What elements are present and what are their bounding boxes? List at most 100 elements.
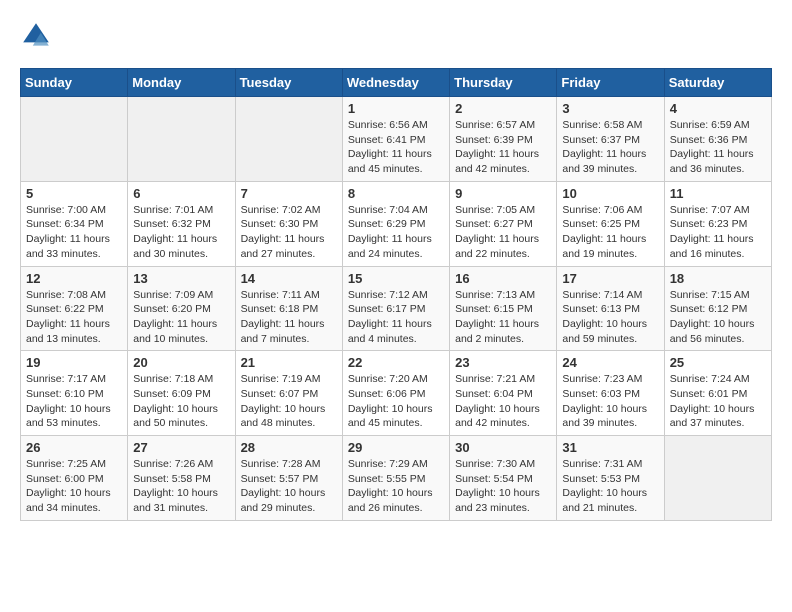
day-number: 20 — [133, 355, 229, 370]
day-info: Sunrise: 7:01 AMSunset: 6:32 PMDaylight:… — [133, 203, 229, 262]
calendar-cell: 4 Sunrise: 6:59 AMSunset: 6:36 PMDaylight… — [664, 97, 771, 182]
calendar-week-row: 26 Sunrise: 7:25 AMSunset: 6:00 PMDayligh… — [21, 436, 772, 521]
calendar-cell: 9Sunrise: 7:05 AMSunset: 6:27 PMDaylight… — [450, 181, 557, 266]
day-info: Sunrise: 7:20 AMSunset: 6:06 PMDaylight:… — [348, 372, 444, 431]
day-info: Sunrise: 7:13 AMSunset: 6:15 PMDaylight:… — [455, 288, 551, 347]
calendar-cell — [664, 436, 771, 521]
calendar-table: SundayMondayTuesdayWednesdayThursdayFrid… — [20, 68, 772, 521]
calendar-cell: 1 Sunrise: 6:56 AMSunset: 6:41 PMDaylight… — [342, 97, 449, 182]
day-number: 17 — [562, 271, 658, 286]
calendar-cell: 22 Sunrise: 7:20 AMSunset: 6:06 PMDayligh… — [342, 351, 449, 436]
calendar-cell: 17 Sunrise: 7:14 AMSunset: 6:13 PMDayligh… — [557, 266, 664, 351]
calendar-cell: 28 Sunrise: 7:28 AMSunset: 5:57 PMDayligh… — [235, 436, 342, 521]
calendar-cell: 3Sunrise: 6:58 AMSunset: 6:37 PMDaylight… — [557, 97, 664, 182]
day-number: 28 — [241, 440, 337, 455]
calendar-week-row: 1 Sunrise: 6:56 AMSunset: 6:41 PMDaylight… — [21, 97, 772, 182]
day-number: 22 — [348, 355, 444, 370]
day-info: Sunrise: 7:11 AMSunset: 6:18 PMDaylight:… — [241, 288, 337, 347]
day-number: 2 — [455, 101, 551, 116]
calendar-cell: 24Sunrise: 7:23 AMSunset: 6:03 PMDayligh… — [557, 351, 664, 436]
calendar-cell: 16 Sunrise: 7:13 AMSunset: 6:15 PMDayligh… — [450, 266, 557, 351]
calendar-cell: 20 Sunrise: 7:18 AMSunset: 6:09 PMDayligh… — [128, 351, 235, 436]
day-info: Sunrise: 7:07 AMSunset: 6:23 PMDaylight:… — [670, 203, 766, 262]
day-number: 8 — [348, 186, 444, 201]
day-number: 30 — [455, 440, 551, 455]
day-number: 12 — [26, 271, 122, 286]
calendar-cell: 15 Sunrise: 7:12 AMSunset: 6:17 PMDayligh… — [342, 266, 449, 351]
page-header — [20, 20, 772, 52]
calendar-week-row: 19 Sunrise: 7:17 AMSunset: 6:10 PMDayligh… — [21, 351, 772, 436]
day-number: 15 — [348, 271, 444, 286]
day-number: 19 — [26, 355, 122, 370]
calendar-cell: 19 Sunrise: 7:17 AMSunset: 6:10 PMDayligh… — [21, 351, 128, 436]
day-number: 24 — [562, 355, 658, 370]
day-info: Sunrise: 7:24 AMSunset: 6:01 PMDaylight:… — [670, 372, 766, 431]
day-info: Sunrise: 7:19 AMSunset: 6:07 PMDaylight:… — [241, 372, 337, 431]
day-info: Sunrise: 7:14 AMSunset: 6:13 PMDaylight:… — [562, 288, 658, 347]
calendar-cell: 25 Sunrise: 7:24 AMSunset: 6:01 PMDayligh… — [664, 351, 771, 436]
calendar-cell: 27 Sunrise: 7:26 AMSunset: 5:58 PMDayligh… — [128, 436, 235, 521]
calendar-week-row: 5 Sunrise: 7:00 AMSunset: 6:34 PMDaylight… — [21, 181, 772, 266]
calendar-cell: 29 Sunrise: 7:29 AMSunset: 5:55 PMDayligh… — [342, 436, 449, 521]
day-number: 23 — [455, 355, 551, 370]
day-info: Sunrise: 7:25 AMSunset: 6:00 PMDaylight:… — [26, 457, 122, 516]
day-info: Sunrise: 7:06 AMSunset: 6:25 PMDaylight:… — [562, 203, 658, 262]
day-number: 10 — [562, 186, 658, 201]
calendar-cell: 13Sunrise: 7:09 AMSunset: 6:20 PMDayligh… — [128, 266, 235, 351]
calendar-cell: 10 Sunrise: 7:06 AMSunset: 6:25 PMDayligh… — [557, 181, 664, 266]
day-info: Sunrise: 7:26 AMSunset: 5:58 PMDaylight:… — [133, 457, 229, 516]
day-number: 26 — [26, 440, 122, 455]
day-info: Sunrise: 6:58 AMSunset: 6:37 PMDaylight:… — [562, 118, 658, 177]
day-info: Sunrise: 7:08 AMSunset: 6:22 PMDaylight:… — [26, 288, 122, 347]
day-info: Sunrise: 7:12 AMSunset: 6:17 PMDaylight:… — [348, 288, 444, 347]
day-header-monday: Monday — [128, 69, 235, 97]
calendar-cell — [235, 97, 342, 182]
day-number: 5 — [26, 186, 122, 201]
calendar-cell: 5 Sunrise: 7:00 AMSunset: 6:34 PMDaylight… — [21, 181, 128, 266]
day-number: 29 — [348, 440, 444, 455]
day-number: 4 — [670, 101, 766, 116]
calendar-cell: 7Sunrise: 7:02 AMSunset: 6:30 PMDaylight… — [235, 181, 342, 266]
day-info: Sunrise: 7:29 AMSunset: 5:55 PMDaylight:… — [348, 457, 444, 516]
calendar-cell: 6 Sunrise: 7:01 AMSunset: 6:32 PMDaylight… — [128, 181, 235, 266]
calendar-cell: 11Sunrise: 7:07 AMSunset: 6:23 PMDayligh… — [664, 181, 771, 266]
day-info: Sunrise: 7:00 AMSunset: 6:34 PMDaylight:… — [26, 203, 122, 262]
day-info: Sunrise: 7:21 AMSunset: 6:04 PMDaylight:… — [455, 372, 551, 431]
calendar-cell: 26 Sunrise: 7:25 AMSunset: 6:00 PMDayligh… — [21, 436, 128, 521]
day-number: 16 — [455, 271, 551, 286]
day-info: Sunrise: 7:09 AMSunset: 6:20 PMDaylight:… — [133, 288, 229, 347]
day-info: Sunrise: 6:57 AMSunset: 6:39 PMDaylight:… — [455, 118, 551, 177]
calendar-cell: 8 Sunrise: 7:04 AMSunset: 6:29 PMDaylight… — [342, 181, 449, 266]
day-number: 18 — [670, 271, 766, 286]
calendar-week-row: 12 Sunrise: 7:08 AMSunset: 6:22 PMDayligh… — [21, 266, 772, 351]
day-number: 6 — [133, 186, 229, 201]
day-info: Sunrise: 7:04 AMSunset: 6:29 PMDaylight:… — [348, 203, 444, 262]
day-info: Sunrise: 7:30 AMSunset: 5:54 PMDaylight:… — [455, 457, 551, 516]
day-number: 21 — [241, 355, 337, 370]
day-info: Sunrise: 7:02 AMSunset: 6:30 PMDaylight:… — [241, 203, 337, 262]
calendar-cell: 2 Sunrise: 6:57 AMSunset: 6:39 PMDaylight… — [450, 97, 557, 182]
calendar-header-row: SundayMondayTuesdayWednesdayThursdayFrid… — [21, 69, 772, 97]
day-info: Sunrise: 7:31 AMSunset: 5:53 PMDaylight:… — [562, 457, 658, 516]
day-header-tuesday: Tuesday — [235, 69, 342, 97]
day-number: 27 — [133, 440, 229, 455]
day-header-friday: Friday — [557, 69, 664, 97]
calendar-cell: 12 Sunrise: 7:08 AMSunset: 6:22 PMDayligh… — [21, 266, 128, 351]
day-number: 14 — [241, 271, 337, 286]
day-info: Sunrise: 7:18 AMSunset: 6:09 PMDaylight:… — [133, 372, 229, 431]
day-info: Sunrise: 7:05 AMSunset: 6:27 PMDaylight:… — [455, 203, 551, 262]
day-number: 25 — [670, 355, 766, 370]
calendar-cell: 14 Sunrise: 7:11 AMSunset: 6:18 PMDayligh… — [235, 266, 342, 351]
day-info: Sunrise: 6:56 AMSunset: 6:41 PMDaylight:… — [348, 118, 444, 177]
calendar-cell: 23 Sunrise: 7:21 AMSunset: 6:04 PMDayligh… — [450, 351, 557, 436]
calendar-cell — [21, 97, 128, 182]
day-info: Sunrise: 7:28 AMSunset: 5:57 PMDaylight:… — [241, 457, 337, 516]
calendar-cell: 30 Sunrise: 7:30 AMSunset: 5:54 PMDayligh… — [450, 436, 557, 521]
day-info: Sunrise: 6:59 AMSunset: 6:36 PMDaylight:… — [670, 118, 766, 177]
day-header-thursday: Thursday — [450, 69, 557, 97]
day-header-sunday: Sunday — [21, 69, 128, 97]
day-info: Sunrise: 7:17 AMSunset: 6:10 PMDaylight:… — [26, 372, 122, 431]
day-number: 1 — [348, 101, 444, 116]
day-header-wednesday: Wednesday — [342, 69, 449, 97]
calendar-cell: 18Sunrise: 7:15 AMSunset: 6:12 PMDayligh… — [664, 266, 771, 351]
